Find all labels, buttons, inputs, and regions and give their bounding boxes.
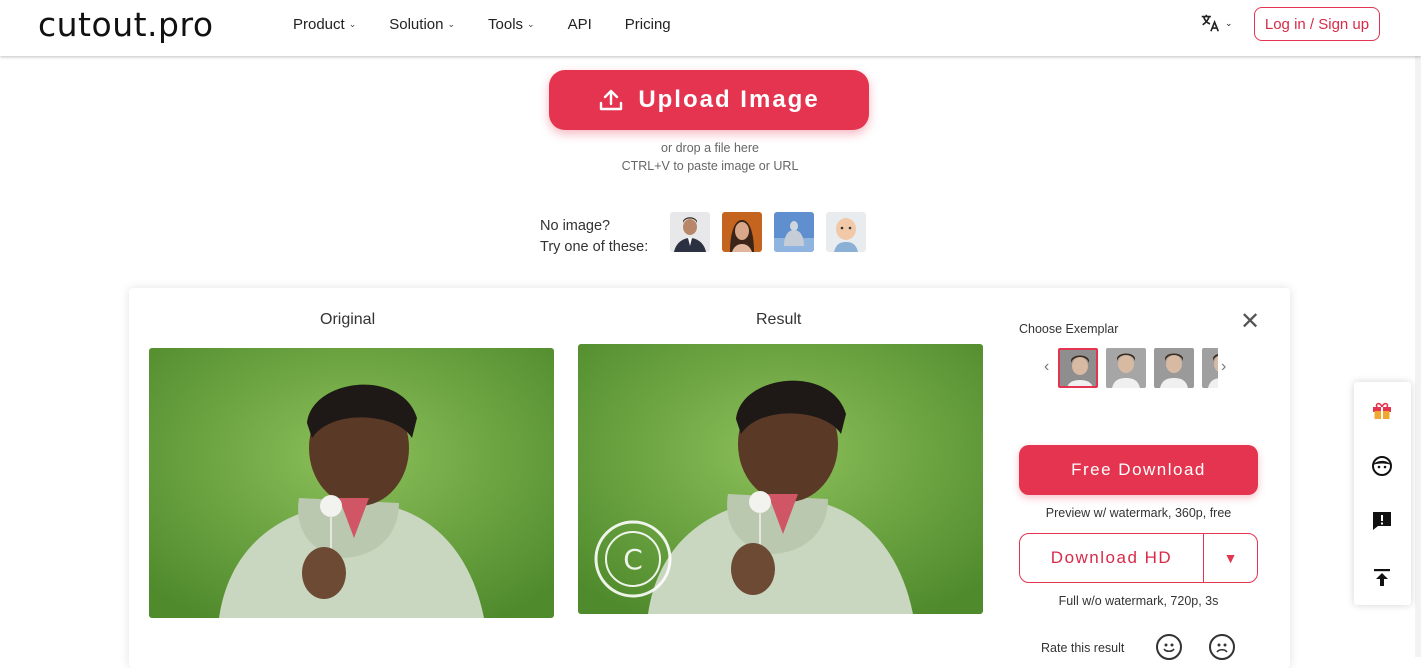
chevron-down-icon: ⌄	[527, 19, 535, 29]
upload-image-label: Upload Image	[638, 86, 820, 113]
svg-text:C: C	[623, 543, 643, 576]
no-image-line2: Try one of these:	[540, 239, 649, 255]
sample-images	[670, 212, 866, 252]
nav-pricing-label: Pricing	[624, 16, 671, 33]
free-download-caption: Preview w/ watermark, 360p, free	[1045, 506, 1232, 520]
back-to-top-icon[interactable]	[1371, 566, 1393, 588]
upload-image-button[interactable]: Upload Image	[549, 70, 869, 130]
chevron-left-icon[interactable]: ‹	[1044, 358, 1049, 376]
original-title: Original	[320, 311, 376, 328]
support-face-icon[interactable]	[1371, 455, 1393, 477]
result-title: Result	[756, 311, 802, 328]
translate-icon	[1201, 14, 1220, 32]
gift-icon[interactable]	[1371, 399, 1393, 421]
upload-icon	[600, 89, 623, 111]
nav-tools[interactable]: Tools ⌄	[488, 16, 535, 33]
download-hd-caption: Full w/o watermark, 720p, 3s	[1058, 594, 1219, 608]
download-hd-label[interactable]: Download HD	[1020, 534, 1204, 582]
free-download-button[interactable]: Free Download	[1019, 445, 1258, 495]
chevron-down-icon: ⌄	[348, 19, 357, 29]
sample-image-statue[interactable]	[774, 212, 814, 252]
chevron-down-icon: ⌄	[447, 19, 456, 29]
feedback-icon[interactable]	[1371, 510, 1393, 532]
nav-solution[interactable]: Solution ⌄	[389, 16, 455, 33]
sample-image-woman[interactable]	[722, 212, 762, 252]
result-image: C	[578, 344, 983, 614]
sample-image-baby[interactable]	[826, 212, 866, 252]
login-signup-button[interactable]: Log in / Sign up	[1254, 7, 1380, 41]
drop-hint: or drop a file here	[661, 141, 759, 155]
exemplar-thumb[interactable]	[1106, 348, 1146, 388]
choose-exemplar-title: Choose Exemplar	[1019, 322, 1119, 336]
original-image	[149, 348, 554, 618]
nav-pricing[interactable]: Pricing	[625, 16, 671, 33]
exemplar-thumb[interactable]	[1058, 348, 1098, 388]
nav-product-label: Product	[293, 16, 345, 33]
exemplar-thumbnails	[1058, 348, 1218, 388]
nav-api[interactable]: API	[568, 16, 592, 33]
caret-down-icon[interactable]: ▼	[1204, 534, 1257, 582]
no-image-line1: No image?	[540, 218, 611, 234]
smile-icon[interactable]	[1156, 634, 1182, 660]
no-image-prompt: No image? Try one of these:	[540, 216, 648, 258]
close-icon[interactable]: ✕	[1240, 307, 1260, 336]
floating-side-toolbar	[1354, 382, 1411, 605]
chevron-down-icon: ⌄	[1225, 17, 1233, 28]
language-selector[interactable]: ⌄	[1199, 12, 1233, 34]
rate-result-label: Rate this result	[1041, 641, 1125, 655]
logo[interactable]: cutout.pro	[38, 5, 214, 44]
chevron-right-icon[interactable]: ›	[1221, 358, 1226, 376]
paste-hint: CTRL+V to paste image or URL	[621, 159, 799, 173]
download-hd-button: Download HD ▼	[1019, 533, 1258, 583]
nav-product[interactable]: Product ⌄	[293, 16, 356, 33]
main-nav: Product ⌄ Solution ⌄ Tools ⌄ API Pricing	[293, 16, 704, 33]
page-scrollbar[interactable]	[1415, 0, 1421, 657]
exemplar-thumb[interactable]	[1202, 348, 1218, 388]
nav-tools-label: Tools	[488, 16, 524, 33]
sample-image-businessman[interactable]	[670, 212, 710, 252]
nav-solution-label: Solution	[389, 16, 444, 33]
nav-api-label: API	[567, 16, 592, 33]
top-header: cutout.pro Product ⌄ Solution ⌄ Tools ⌄ API…	[0, 0, 1421, 56]
frown-icon[interactable]	[1209, 634, 1235, 660]
exemplar-thumb[interactable]	[1154, 348, 1194, 388]
